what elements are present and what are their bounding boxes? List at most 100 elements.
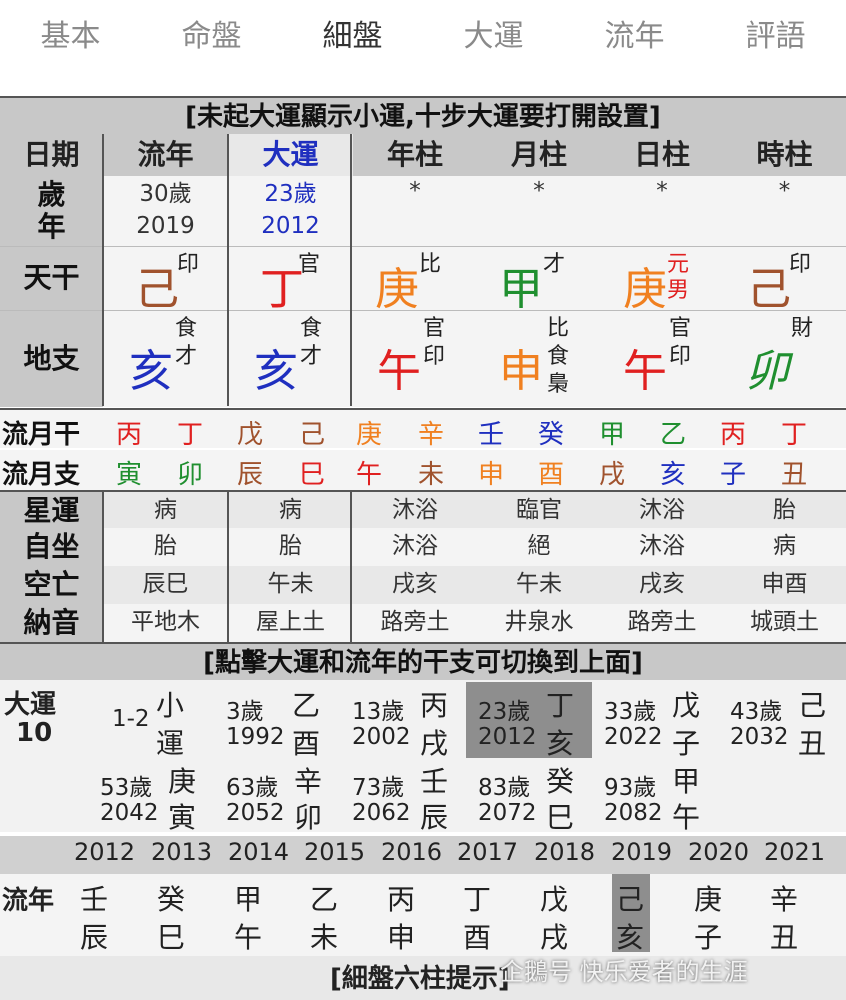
year-label: 2019 — [611, 838, 673, 866]
star-row: 星運 病 病 沐浴 臨官 沐浴 胎 — [0, 490, 846, 530]
nayin-label: 納音 — [23, 606, 80, 639]
header-hour-pillar: 時柱 — [756, 138, 813, 171]
hour-pillar-age: * — [723, 176, 846, 246]
nayin-value: 路旁土 — [353, 604, 477, 642]
void-value: 午未 — [477, 566, 601, 604]
void-value: 戌亥 — [353, 566, 477, 604]
header-year-pillar: 年柱 — [386, 138, 443, 171]
year-label: 2016 — [381, 838, 443, 866]
liunian-section: 流年 壬辰 癸巳 甲午 乙未 丙申 丁酉 戊戌 己亥 庚子 辛丑 — [0, 874, 846, 956]
banner-click-hint: [點擊大運和流年的干支可切換到上面] — [0, 642, 846, 680]
branch-row: 地支 亥 食 才 亥 食 才 午 官 印 申 比 食 梟 午 官 印 卯 財 — [0, 310, 846, 407]
liunian-label: 流年 — [2, 886, 55, 916]
year-label: 2015 — [304, 838, 366, 866]
month-stem-7: 壬 — [478, 420, 505, 450]
month-stem-12: 丁 — [781, 420, 808, 450]
month-branch-12: 丑 — [781, 460, 808, 490]
dayun-section: 大運 10 1-2 小 運 3歲 1992 乙 酉 13歲 2002 丙 戌 2… — [0, 680, 846, 834]
liunian-year-row: 2012 2013 2014 2015 2016 2017 2018 2019 … — [0, 836, 846, 874]
tab-liunian[interactable]: 流年 — [564, 0, 705, 96]
header-day-pillar: 日柱 — [633, 138, 690, 171]
liunian-branch[interactable]: 亥 食 才 — [103, 311, 228, 407]
self-value: 沐浴 — [601, 528, 723, 566]
void-value: 午未 — [228, 566, 353, 604]
header-month-pillar: 月柱 — [510, 138, 567, 171]
month-branch-11: 子 — [720, 460, 747, 490]
hour-stem: 己 印 — [723, 247, 846, 315]
year-label: 2017 — [457, 838, 519, 866]
dayun-branch[interactable]: 亥 食 才 — [228, 311, 353, 407]
month-branch-row: 流月支 寅 卯 辰 巳 午 未 申 酉 戌 亥 子 丑 — [0, 450, 846, 490]
divider — [227, 134, 229, 406]
tab-detail[interactable]: 細盤 — [282, 0, 423, 118]
month-branch-4: 巳 — [299, 460, 326, 490]
pillar-header-row: 日期 流年 大運 年柱 月柱 日柱 時柱 — [0, 134, 846, 176]
month-branch-8: 酉 — [538, 460, 565, 490]
tab-bar: 基本 命盤 細盤 大運 流年 評語 — [0, 0, 846, 118]
month-stem: 甲 才 — [477, 247, 601, 315]
watermark: 企鵝号 快乐爱者的生涯 — [500, 958, 748, 986]
star-value: 臨官 — [477, 492, 601, 528]
year-branch: 午 官 印 — [353, 311, 477, 407]
tab-comment[interactable]: 評語 — [705, 0, 846, 96]
void-label: 空亡 — [23, 568, 80, 601]
tab-dayun[interactable]: 大運 — [423, 0, 564, 96]
header-liunian: 流年 — [137, 138, 194, 171]
month-branch-6: 未 — [418, 460, 445, 490]
star-value: 病 — [103, 492, 228, 528]
nayin-value: 屋上土 — [228, 604, 353, 642]
star-value: 胎 — [723, 492, 846, 528]
header-dayun: 大運 — [228, 134, 353, 176]
self-label: 自坐 — [23, 530, 80, 563]
month-branch-label: 流月支 — [2, 460, 81, 490]
void-value: 戌亥 — [601, 566, 723, 604]
month-branch-9: 戌 — [599, 460, 626, 490]
year-label: 2012 — [74, 838, 136, 866]
month-branch-5: 午 — [356, 460, 383, 490]
month-stem-6: 辛 — [418, 420, 445, 450]
year-pillar-age: * — [353, 176, 477, 246]
month-pillar-age: * — [477, 176, 601, 246]
month-stem-8: 癸 — [538, 420, 565, 450]
month-branch-3: 辰 — [237, 460, 264, 490]
month-stem-row: 流月干 丙 丁 戊 己 庚 辛 壬 癸 甲 乙 丙 丁 — [0, 408, 846, 450]
star-value: 沐浴 — [601, 492, 723, 528]
void-value: 辰巳 — [103, 566, 228, 604]
nayin-value: 路旁土 — [601, 604, 723, 642]
month-stem-1: 丙 — [116, 420, 143, 450]
month-branch-10: 亥 — [660, 460, 687, 490]
month-branch-2: 卯 — [177, 460, 204, 490]
divider — [227, 490, 229, 642]
self-value: 絕 — [477, 528, 601, 566]
self-row: 自坐 胎 胎 沐浴 絕 沐浴 病 — [0, 528, 846, 566]
dayun-age: 23歲 2012 — [228, 176, 353, 246]
month-stem-5: 庚 — [356, 420, 383, 450]
nayin-row: 納音 平地木 屋上土 路旁土 井泉水 路旁土 城頭土 — [0, 604, 846, 642]
year-label: 2018 — [534, 838, 596, 866]
nayin-value: 平地木 — [103, 604, 228, 642]
month-branch: 申 比 食 梟 — [477, 311, 601, 407]
divider — [350, 490, 352, 642]
nayin-value: 井泉水 — [477, 604, 601, 642]
header-date: 日期 — [23, 138, 80, 171]
divider — [102, 490, 104, 642]
void-value: 申酉 — [723, 566, 846, 604]
tab-chart[interactable]: 命盤 — [141, 0, 282, 96]
self-value: 胎 — [228, 528, 353, 566]
month-stem-2: 丁 — [177, 420, 204, 450]
self-value: 病 — [723, 528, 846, 566]
tab-basic[interactable]: 基本 — [0, 0, 141, 96]
divider — [350, 134, 352, 406]
star-value: 病 — [228, 492, 353, 528]
month-stem-10: 乙 — [660, 420, 687, 450]
footer-hint: [細盤六柱提示] — [330, 964, 510, 994]
age-label: 歲 年 — [0, 176, 103, 246]
liunian-stem[interactable]: 己 印 — [103, 247, 228, 315]
nayin-value: 城頭土 — [723, 604, 846, 642]
month-branch-7: 申 — [478, 460, 505, 490]
year-label: 2013 — [151, 838, 213, 866]
day-stem: 庚 元 男 — [601, 247, 723, 315]
age-row: 歲 年 30歲 2019 23歲 2012 * * * * — [0, 176, 846, 246]
dayun-stem[interactable]: 丁 官 — [228, 247, 353, 315]
void-row: 空亡 辰巳 午未 戌亥 午未 戌亥 申酉 — [0, 566, 846, 604]
